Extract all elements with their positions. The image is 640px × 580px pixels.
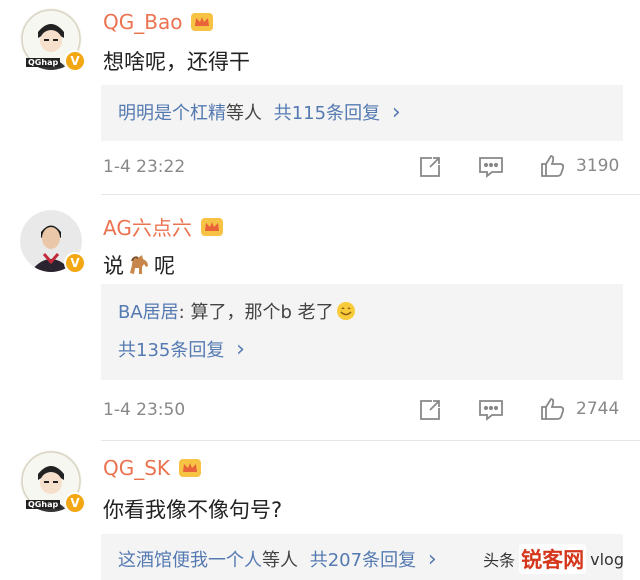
reply-suffix: 等人 xyxy=(262,550,298,571)
verified-badge-icon: V xyxy=(64,492,86,514)
reply-author-link[interactable]: 明明是个杠精 xyxy=(118,103,226,124)
verified-badge-icon: V xyxy=(64,50,86,72)
watermark-suffix: vlog xyxy=(590,549,624,569)
divider xyxy=(101,440,640,441)
reply-count-link[interactable]: 共207条回复 xyxy=(310,550,416,571)
avatar-text: QGhap xyxy=(26,58,61,67)
comment-text: 你看我像不像句号? xyxy=(103,498,283,522)
watermark: 头条 锐客网 vlog xyxy=(483,544,624,574)
reply-suffix: 等人 xyxy=(226,103,262,124)
username[interactable]: QG_SK xyxy=(103,456,202,480)
divider xyxy=(101,194,640,195)
avatar[interactable]: QGhap V xyxy=(20,8,86,72)
share-icon xyxy=(420,157,440,177)
username[interactable]: AG六点六 xyxy=(103,212,224,241)
comment-item: QGhap V QG_Bao 想啥呢，还得干 明明是个杠精等人 共115条回复 … xyxy=(0,0,640,196)
avatar[interactable]: V xyxy=(20,210,86,274)
comment-button[interactable] xyxy=(478,398,504,422)
crown-icon xyxy=(179,459,202,477)
chevron-right-icon: › xyxy=(391,100,401,125)
reply-preview-box[interactable]: BA居居: 算了，那个b 老了 共135条回复 › xyxy=(101,284,623,380)
comment-item: V AG六点六 说 呢 BA居居: 算了，那个b 老了 共135条回复 › 1-… xyxy=(0,196,640,442)
reply-author-link[interactable]: BA居居 xyxy=(118,298,179,324)
username[interactable]: QG_Bao xyxy=(103,10,214,34)
share-button[interactable] xyxy=(418,398,442,422)
thumbs-up-icon xyxy=(541,155,565,177)
thumbs-up-icon xyxy=(541,398,565,420)
like-button[interactable]: 3190 xyxy=(540,154,619,178)
avatar[interactable]: QGhap V xyxy=(20,450,86,514)
share-icon xyxy=(420,400,440,420)
reply-count-link[interactable]: 共135条回复 xyxy=(118,340,224,361)
avatar-text: QGhap xyxy=(26,500,61,509)
like-button[interactable]: 2744 xyxy=(540,397,619,421)
smile-icon xyxy=(336,302,355,320)
comment-text: 说 呢 xyxy=(103,254,175,278)
comment-button[interactable] xyxy=(478,155,504,179)
chevron-right-icon: › xyxy=(427,547,437,572)
like-count: 3190 xyxy=(576,156,620,176)
comment-time: 1-4 23:22 xyxy=(103,157,186,177)
reply-author-link[interactable]: 这酒馆便我一个人 xyxy=(118,550,262,571)
watermark-logo: 锐客网 xyxy=(519,544,587,574)
reply-preview-box[interactable]: 明明是个杠精等人 共115条回复 › xyxy=(101,85,623,141)
horse-icon xyxy=(130,255,148,274)
verified-badge-icon: V xyxy=(64,252,86,274)
comment-icon xyxy=(479,400,503,421)
comment-text: 想啥呢，还得干 xyxy=(103,50,250,74)
share-button[interactable] xyxy=(418,155,442,179)
crown-icon xyxy=(191,13,214,31)
like-count: 2744 xyxy=(576,399,620,419)
reply-text: : 算了，那个b 老了 xyxy=(178,302,334,323)
chevron-right-icon: › xyxy=(236,337,245,362)
reply-count-link[interactable]: 共115条回复 xyxy=(274,103,380,124)
comment-icon xyxy=(479,157,503,178)
crown-icon xyxy=(200,217,223,236)
comment-time: 1-4 23:50 xyxy=(103,400,186,420)
watermark-prefix: 头条 xyxy=(483,551,516,570)
